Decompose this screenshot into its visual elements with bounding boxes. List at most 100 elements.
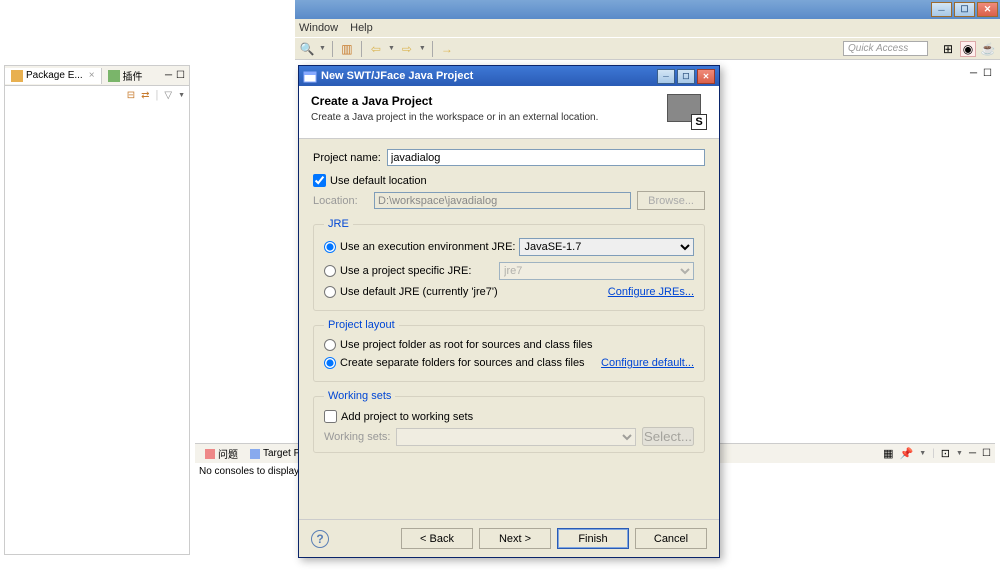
use-default-location-label: Use default location bbox=[330, 175, 427, 187]
jre-project-specific-label: Use a project specific JRE: bbox=[340, 265, 471, 277]
minimize-button[interactable]: ─ bbox=[931, 2, 952, 17]
dialog-title: New SWT/JFace Java Project bbox=[321, 70, 473, 82]
cancel-button[interactable]: Cancel bbox=[635, 528, 707, 549]
menu-help[interactable]: Help bbox=[350, 22, 373, 34]
wizard-icon: S bbox=[667, 94, 707, 130]
package-icon bbox=[11, 70, 23, 82]
dialog-body: Project name: Use default location Locat… bbox=[299, 139, 719, 519]
bottom-panel-toolbar: ▦ 📌 ▼ | ⊡ ▼ ─ ☐ bbox=[883, 447, 991, 460]
search-icon[interactable]: 🔍 bbox=[299, 41, 315, 57]
forward-icon[interactable]: ⇨ bbox=[399, 41, 415, 57]
working-sets-fieldset: Working sets Add project to working sets… bbox=[313, 390, 705, 453]
separator bbox=[361, 41, 362, 57]
use-default-location-checkbox[interactable] bbox=[313, 174, 326, 187]
working-sets-legend: Working sets bbox=[324, 390, 395, 402]
jre-fieldset: JRE Use an execution environment JRE: Ja… bbox=[313, 218, 705, 311]
maximize-button[interactable]: ☐ bbox=[954, 2, 975, 17]
menu-window[interactable]: Window bbox=[299, 22, 338, 34]
project-name-label: Project name: bbox=[313, 152, 381, 164]
layout-separate-label: Create separate folders for sources and … bbox=[340, 357, 585, 369]
layout-separate-radio[interactable] bbox=[324, 357, 336, 369]
dropdown-arrow-icon[interactable]: ▼ bbox=[388, 45, 395, 52]
console-message: No consoles to display bbox=[195, 464, 303, 479]
panel-toolbar: ⊟ ⇄ | ▽ ▼ bbox=[5, 86, 189, 104]
configure-jres-link[interactable]: Configure JREs... bbox=[608, 286, 694, 298]
location-input bbox=[374, 192, 631, 209]
jre-exec-env-select[interactable]: JavaSE-1.7 bbox=[519, 238, 694, 256]
main-toolbar: 🔍 ▼ ▥ ⇦ ▼ ⇨ ▼ → Quick Access ⊞ ◉ ☕ bbox=[295, 37, 1000, 60]
plugin-icon bbox=[108, 70, 120, 82]
working-sets-select bbox=[396, 428, 635, 446]
quick-access-input[interactable]: Quick Access bbox=[843, 41, 928, 56]
main-titlebar: ─ ☐ ✕ bbox=[295, 0, 1000, 19]
console-icon[interactable]: ▦ bbox=[883, 447, 893, 460]
close-tab-icon[interactable]: × bbox=[89, 70, 95, 81]
perspective-icon[interactable]: ⊞ bbox=[940, 41, 956, 57]
jre-legend: JRE bbox=[324, 218, 353, 230]
working-sets-select-button: Select... bbox=[642, 427, 694, 446]
minimize-panel-icon[interactable]: ─ bbox=[165, 70, 172, 81]
tab-label: 插件 bbox=[123, 68, 143, 83]
problems-icon bbox=[205, 449, 215, 459]
layout-fieldset: Project layout Use project folder as roo… bbox=[313, 319, 705, 382]
filter-icon[interactable]: ▽ bbox=[164, 90, 172, 101]
jre-default-radio[interactable] bbox=[324, 286, 336, 298]
browse-button: Browse... bbox=[637, 191, 705, 210]
maximize-icon[interactable]: ☐ bbox=[983, 68, 992, 79]
minimize-panel-icon[interactable]: ─ bbox=[969, 448, 976, 459]
target-icon bbox=[250, 449, 260, 459]
back-button[interactable]: < Back bbox=[401, 528, 473, 549]
working-sets-label: Working sets: bbox=[324, 431, 390, 443]
forward-arrow-icon[interactable]: → bbox=[439, 41, 455, 57]
main-close-button[interactable]: ✕ bbox=[977, 2, 998, 17]
dropdown-arrow-icon[interactable]: ▼ bbox=[319, 45, 326, 52]
editor-icon[interactable]: ▥ bbox=[339, 41, 355, 57]
dialog-header-desc: Create a Java project in the workspace o… bbox=[311, 112, 598, 123]
project-name-input[interactable] bbox=[387, 149, 705, 166]
dialog-header: Create a Java Project Create a Java proj… bbox=[299, 86, 719, 139]
perspective-switcher: ⊞ ◉ ☕ bbox=[940, 41, 996, 57]
dialog-minimize-button[interactable]: ─ bbox=[657, 69, 675, 84]
tab-label: Package E... bbox=[26, 70, 83, 81]
separator bbox=[332, 41, 333, 57]
editor-area-icons: ─ ☐ bbox=[970, 68, 992, 79]
display-icon[interactable]: ⊡ bbox=[941, 447, 950, 460]
jre-exec-env-radio[interactable] bbox=[324, 241, 336, 253]
help-icon[interactable]: ? bbox=[311, 530, 329, 548]
tab-problems[interactable]: 问题 bbox=[199, 444, 244, 463]
layout-root-radio[interactable] bbox=[324, 339, 336, 351]
add-working-sets-checkbox[interactable] bbox=[324, 410, 337, 423]
dialog-footer: ? < Back Next > Finish Cancel bbox=[299, 519, 719, 557]
panel-tabs: Package E... × 插件 ─ ☐ bbox=[5, 66, 189, 86]
tab-package-explorer[interactable]: Package E... × bbox=[5, 68, 102, 84]
jre-project-specific-radio[interactable] bbox=[324, 265, 336, 277]
new-project-dialog: New SWT/JFace Java Project ─ ☐ ✕ Create … bbox=[298, 65, 720, 558]
back-icon[interactable]: ⇦ bbox=[368, 41, 384, 57]
dropdown-arrow-icon[interactable]: ▼ bbox=[419, 45, 426, 52]
link-editor-icon[interactable]: ⇄ bbox=[141, 90, 149, 101]
dialog-header-title: Create a Java Project bbox=[311, 94, 598, 108]
finish-button[interactable]: Finish bbox=[557, 528, 629, 549]
plugin-perspective-icon[interactable]: ◉ bbox=[960, 41, 976, 57]
dialog-close-button[interactable]: ✕ bbox=[697, 69, 715, 84]
collapse-all-icon[interactable]: ⊟ bbox=[127, 90, 135, 101]
jre-project-specific-select: jre7 bbox=[499, 262, 694, 280]
pin-icon[interactable]: 📌 bbox=[900, 447, 914, 460]
dialog-maximize-button[interactable]: ☐ bbox=[677, 69, 695, 84]
layout-root-label: Use project folder as root for sources a… bbox=[340, 339, 593, 351]
layout-legend: Project layout bbox=[324, 319, 399, 331]
configure-default-link[interactable]: Configure default... bbox=[601, 357, 694, 369]
menubar: Window Help bbox=[295, 19, 1000, 37]
next-button[interactable]: Next > bbox=[479, 528, 551, 549]
java-perspective-icon[interactable]: ☕ bbox=[980, 41, 996, 57]
separator bbox=[432, 41, 433, 57]
jre-default-label: Use default JRE (currently 'jre7') bbox=[340, 286, 498, 298]
minimize-icon[interactable]: ─ bbox=[970, 68, 977, 79]
maximize-panel-icon[interactable]: ☐ bbox=[176, 70, 185, 81]
dialog-titlebar[interactable]: New SWT/JFace Java Project ─ ☐ ✕ bbox=[299, 66, 719, 86]
maximize-panel-icon[interactable]: ☐ bbox=[982, 448, 991, 459]
location-label: Location: bbox=[313, 195, 368, 207]
jre-exec-env-label: Use an execution environment JRE: bbox=[340, 241, 515, 253]
tab-plugins[interactable]: 插件 bbox=[102, 66, 149, 85]
dialog-icon bbox=[303, 69, 317, 83]
